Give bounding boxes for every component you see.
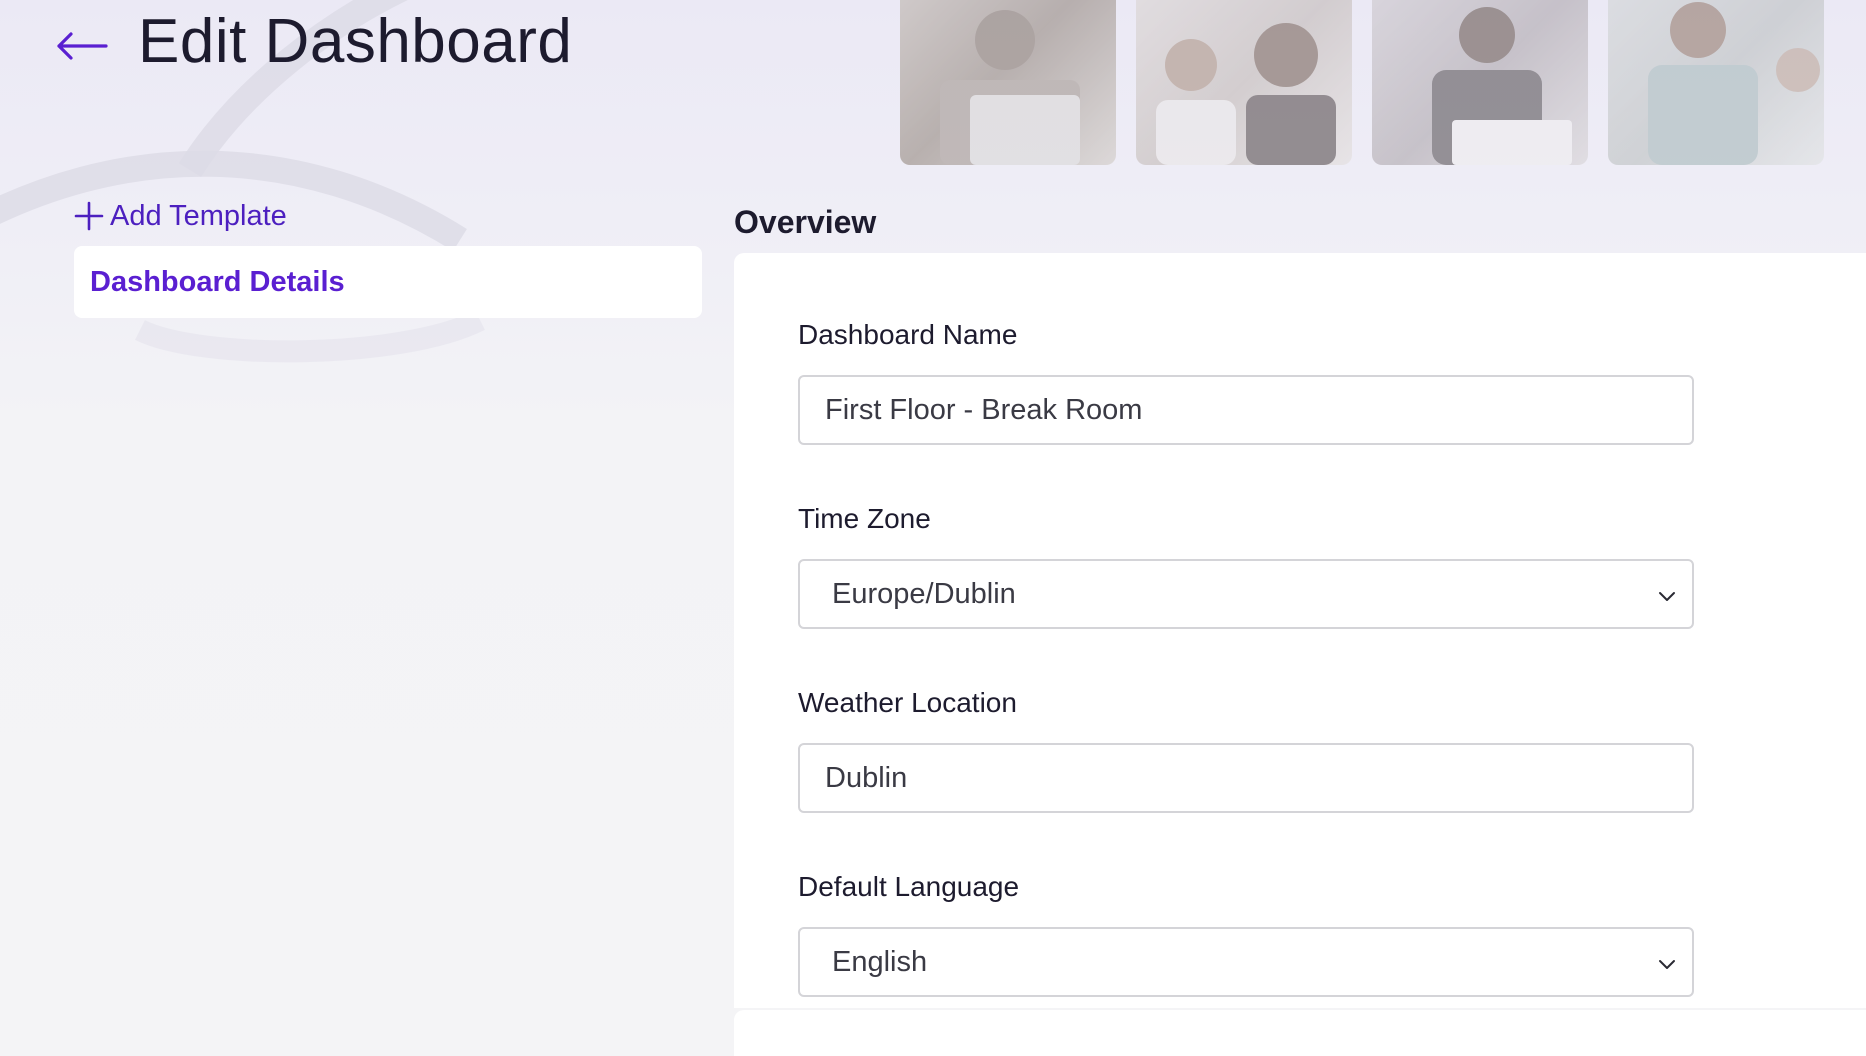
- next-card: [734, 1010, 1866, 1056]
- add-template-label: Add Template: [110, 199, 287, 232]
- default-language-select[interactable]: English: [798, 927, 1694, 997]
- sidebar-item-label: Dashboard Details: [90, 265, 345, 298]
- overview-card: Dashboard Name Time Zone Europe/Dublin W…: [734, 253, 1866, 1008]
- weather-location-label: Weather Location: [798, 687, 1017, 718]
- chevron-down-icon: [1659, 960, 1675, 969]
- page-title: Edit Dashboard: [138, 7, 573, 76]
- plus-icon: [74, 201, 104, 231]
- time-zone-select[interactable]: Europe/Dublin: [798, 559, 1694, 629]
- arrow-left-icon: [57, 32, 108, 60]
- weather-location-input[interactable]: [798, 743, 1694, 813]
- add-template-button[interactable]: Add Template: [74, 195, 702, 237]
- chevron-down-icon: [1659, 592, 1675, 601]
- back-button[interactable]: [52, 20, 112, 72]
- header-photo: [900, 0, 1116, 165]
- dashboard-name-label: Dashboard Name: [798, 319, 1018, 350]
- time-zone-value: Europe/Dublin: [832, 577, 1016, 610]
- default-language-value: English: [832, 945, 928, 978]
- sidebar-item-dashboard-details[interactable]: Dashboard Details: [74, 246, 702, 318]
- page-header: Edit Dashboard: [0, 0, 1866, 180]
- time-zone-label: Time Zone: [798, 503, 931, 534]
- header-photo: [1136, 0, 1352, 165]
- header-photo-strip: [900, 0, 1825, 165]
- dashboard-name-input[interactable]: [798, 375, 1694, 445]
- default-language-label: Default Language: [798, 871, 1020, 902]
- section-title: Overview: [734, 204, 877, 240]
- header-photo: [1372, 0, 1588, 165]
- sidebar: Add Template Dashboard Details: [74, 195, 702, 318]
- header-photo: [1608, 0, 1824, 165]
